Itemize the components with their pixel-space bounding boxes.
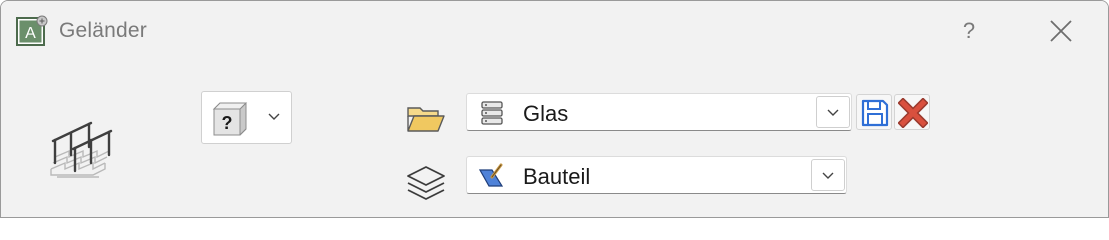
delete-icon — [898, 98, 928, 128]
chevron-down-icon — [268, 113, 280, 120]
layer-combobox[interactable]: Bauteil — [466, 156, 847, 194]
delete-button[interactable] — [894, 94, 930, 130]
material-value: Glas — [523, 101, 569, 126]
chevron-down-icon — [827, 109, 839, 116]
database-icon — [481, 101, 503, 125]
railing-stair-icon — [50, 121, 113, 178]
help-button[interactable]: ? — [951, 11, 987, 51]
layer-dropdown-button[interactable] — [811, 159, 845, 191]
chevron-down-icon — [822, 172, 834, 179]
save-button[interactable] — [856, 94, 892, 130]
unknown-cube-icon: ? — [212, 102, 248, 136]
open-folder-icon[interactable] — [406, 104, 446, 134]
close-icon — [1050, 20, 1072, 42]
title-bar: A Geländer ? — [1, 1, 1108, 61]
app-icon: A — [16, 15, 48, 46]
component-pen-icon — [479, 163, 504, 187]
material-dropdown-button[interactable] — [816, 96, 850, 128]
close-button[interactable] — [1041, 11, 1081, 51]
dialog-window: A Geländer ? ? Glas Bauteil — [0, 0, 1109, 218]
save-icon — [861, 99, 889, 127]
category-combobox[interactable]: ? — [201, 91, 292, 144]
layer-value: Bauteil — [523, 164, 591, 189]
svg-text:?: ? — [222, 113, 233, 133]
window-title: Geländer — [59, 19, 147, 42]
layers-icon[interactable] — [404, 161, 448, 205]
material-combobox[interactable]: Glas — [466, 93, 852, 131]
svg-text:A: A — [25, 25, 36, 42]
